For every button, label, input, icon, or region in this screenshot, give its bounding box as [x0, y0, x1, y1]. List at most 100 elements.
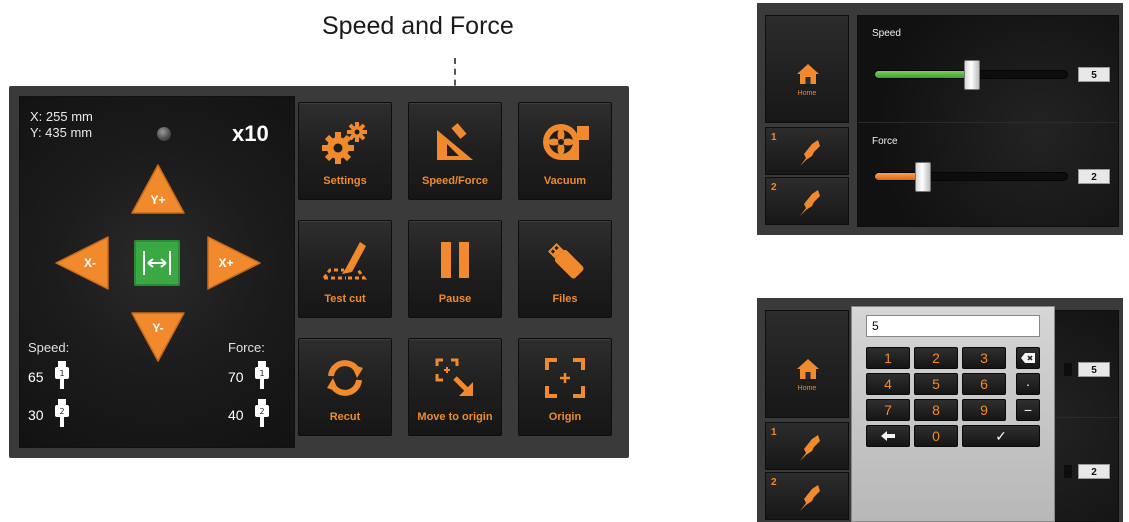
settings-button[interactable]: Settings — [298, 102, 392, 200]
vacuum-label: Vacuum — [543, 175, 587, 187]
jog-area: X: 255 mm Y: 435 mm x10 Y+ Y- X- X+ Spee… — [19, 96, 295, 448]
pause-icon — [441, 242, 469, 278]
key-1[interactable]: 1 — [866, 347, 910, 369]
key-9[interactable]: 9 — [962, 399, 1006, 421]
files-label: Files — [552, 293, 578, 305]
test-cut-icon — [322, 242, 367, 280]
home-button[interactable]: Home — [765, 310, 849, 418]
force-label: Force: — [228, 340, 265, 355]
speed-slider-label: Speed — [872, 28, 901, 39]
jog-center-button[interactable] — [134, 240, 180, 286]
jog-x-plus-button[interactable]: X+ — [206, 235, 262, 291]
keypad-input-field[interactable]: 5 — [866, 315, 1040, 337]
speed-slider-thumb[interactable] — [964, 60, 980, 90]
numeric-keypad-dialog: 5 1 2 3 4 5 6 · 7 8 9 − 0 ✓ — [851, 306, 1055, 522]
key-7[interactable]: 7 — [866, 399, 910, 421]
key-2[interactable]: 2 — [914, 347, 958, 369]
gears-icon — [322, 122, 367, 164]
speed-value: 5 — [1078, 362, 1110, 377]
speed-force-icon — [437, 123, 476, 160]
move-to-origin-icon — [435, 358, 473, 396]
speed-slider-end — [1064, 363, 1072, 376]
force-value: 2 — [1078, 169, 1110, 184]
key-3[interactable]: 3 — [962, 347, 1006, 369]
force-value: 2 — [1078, 464, 1110, 479]
force-slider-end — [1064, 465, 1072, 478]
tool1-select-button[interactable]: 1 — [765, 422, 849, 470]
speed-slider[interactable] — [874, 60, 1068, 90]
y-coordinate: Y: 435 mm — [30, 125, 93, 140]
pause-label: Pause — [438, 293, 472, 305]
vacuum-fan-icon — [543, 124, 589, 160]
usb-drive-icon — [548, 243, 584, 279]
move-to-origin-button[interactable]: Move to origin — [408, 338, 502, 436]
key-5[interactable]: 5 — [914, 373, 958, 395]
decimal-point-key[interactable]: · — [1016, 373, 1040, 395]
tool2-select-button[interactable]: 2 — [765, 472, 849, 520]
speed-tool2-value: 30 — [28, 407, 44, 423]
jog-x-minus-button[interactable]: X- — [54, 235, 110, 291]
speed-label: Speed: — [28, 340, 70, 355]
backspace-icon — [1021, 353, 1035, 363]
svg-text:2: 2 — [59, 407, 64, 416]
jog-y-minus-button[interactable]: Y- — [130, 311, 186, 363]
main-control-panel: X: 255 mm Y: 435 mm x10 Y+ Y- X- X+ Spee… — [9, 86, 629, 458]
tool2-icon: 2 — [255, 399, 269, 427]
svg-text:1: 1 — [59, 369, 64, 378]
blade-tool-icon — [800, 485, 820, 511]
tool1-icon: 1 — [255, 361, 269, 389]
force-slider-thumb[interactable] — [915, 162, 931, 192]
step-multiplier[interactable]: x10 — [232, 121, 269, 147]
tool2-number: 2 — [771, 182, 777, 193]
recut-label: Recut — [329, 411, 361, 423]
speed-force-button[interactable]: Speed/Force — [408, 102, 502, 200]
home-button[interactable]: Home — [765, 15, 849, 123]
recut-button[interactable]: Recut — [298, 338, 392, 436]
tool1-icon: 1 — [55, 361, 69, 389]
svg-text:1: 1 — [259, 369, 264, 378]
confirm-key[interactable]: ✓ — [962, 425, 1040, 447]
divider — [858, 122, 1118, 123]
cancel-key[interactable] — [866, 425, 910, 447]
speed-slider-fill — [875, 71, 971, 78]
jog-x-minus-label: X- — [84, 256, 96, 270]
key-4[interactable]: 4 — [866, 373, 910, 395]
speed-force-panel: Home 1 2 Speed 5 Force 2 — [757, 3, 1123, 235]
jog-y-minus-label: Y- — [152, 321, 164, 335]
test-cut-button[interactable]: Test cut — [298, 220, 392, 318]
speed-force-settings: Speed 5 Force 2 — [857, 15, 1119, 227]
jog-x-plus-label: X+ — [218, 256, 234, 270]
key-0[interactable]: 0 — [914, 425, 958, 447]
speed-value: 5 — [1078, 67, 1110, 82]
move-to-origin-label: Move to origin — [417, 411, 493, 423]
callout-title: Speed and Force — [322, 12, 514, 40]
x-coordinate: X: 255 mm — [30, 109, 93, 124]
tool2-icon: 2 — [55, 399, 69, 427]
pause-button[interactable]: Pause — [408, 220, 502, 318]
blade-tool-icon — [800, 190, 820, 216]
key-8[interactable]: 8 — [914, 399, 958, 421]
status-led — [157, 127, 171, 141]
keypad-panel: Home 1 2 5 2 5 1 2 3 4 5 6 · 7 8 9 − 0 ✓ — [757, 298, 1123, 522]
svg-text:2: 2 — [259, 407, 264, 416]
settings-label: Settings — [323, 175, 367, 187]
width-arrows-icon — [143, 251, 171, 275]
force-slider-label: Force — [872, 136, 898, 147]
tool2-select-button[interactable]: 2 — [765, 177, 849, 225]
origin-button[interactable]: Origin — [518, 338, 612, 436]
home-icon — [797, 64, 819, 84]
tool1-number: 1 — [771, 427, 777, 438]
key-6[interactable]: 6 — [962, 373, 1006, 395]
force-slider[interactable] — [874, 162, 1068, 192]
tool1-select-button[interactable]: 1 — [765, 127, 849, 175]
backspace-key[interactable] — [1016, 347, 1040, 369]
files-button[interactable]: Files — [518, 220, 612, 318]
origin-label: Origin — [548, 411, 582, 423]
home-label: Home — [797, 385, 817, 392]
home-icon — [797, 359, 819, 379]
vacuum-button[interactable]: Vacuum — [518, 102, 612, 200]
jog-y-plus-label: Y+ — [150, 193, 166, 207]
jog-y-plus-button[interactable]: Y+ — [130, 163, 186, 215]
test-cut-label: Test cut — [324, 293, 366, 305]
minus-key[interactable]: − — [1016, 399, 1040, 421]
